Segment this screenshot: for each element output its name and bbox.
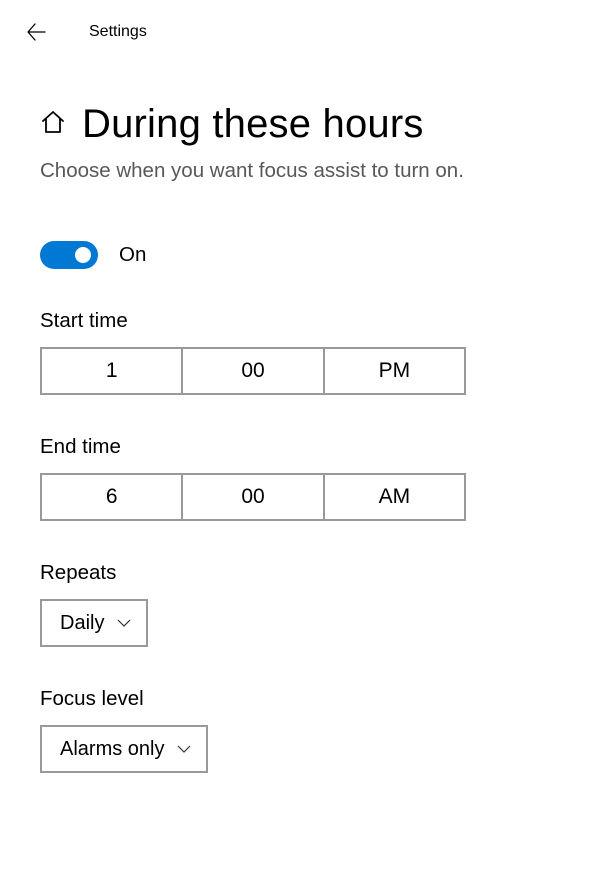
end-time-minute[interactable]: 00 — [183, 475, 324, 519]
repeats-value: Daily — [60, 612, 104, 635]
focus-level-group: Focus level Alarms only — [40, 687, 560, 773]
end-time-period[interactable]: AM — [325, 475, 464, 519]
toggle-knob — [75, 247, 91, 263]
repeats-dropdown[interactable]: Daily — [40, 599, 148, 647]
start-time-picker: 1 00 PM — [40, 347, 466, 395]
end-time-hour[interactable]: 6 — [42, 475, 183, 519]
chevron-down-icon — [176, 741, 192, 757]
start-time-group: Start time 1 00 PM — [40, 309, 560, 395]
focus-level-dropdown[interactable]: Alarms only — [40, 725, 208, 773]
end-time-label: End time — [40, 435, 560, 459]
toggle-label: On — [119, 243, 146, 267]
end-time-picker: 6 00 AM — [40, 473, 466, 521]
repeats-label: Repeats — [40, 561, 560, 585]
start-time-period[interactable]: PM — [325, 349, 464, 393]
header-bar: Settings — [0, 0, 600, 50]
chevron-down-icon — [116, 615, 132, 631]
back-button[interactable] — [18, 14, 54, 50]
back-arrow-icon — [25, 21, 47, 43]
header-title: Settings — [89, 23, 147, 41]
page-title: During these hours — [82, 102, 424, 147]
focus-level-value: Alarms only — [60, 738, 164, 761]
repeats-group: Repeats Daily — [40, 561, 560, 647]
toggle-row: On — [40, 241, 560, 269]
enable-toggle[interactable] — [40, 241, 98, 269]
focus-level-label: Focus level — [40, 687, 560, 711]
page-description: Choose when you want focus assist to tur… — [40, 159, 560, 183]
end-time-group: End time 6 00 AM — [40, 435, 560, 521]
start-time-label: Start time — [40, 309, 560, 333]
start-time-minute[interactable]: 00 — [183, 349, 324, 393]
page-title-row: During these hours — [40, 102, 560, 147]
home-icon[interactable] — [40, 109, 66, 140]
start-time-hour[interactable]: 1 — [42, 349, 183, 393]
